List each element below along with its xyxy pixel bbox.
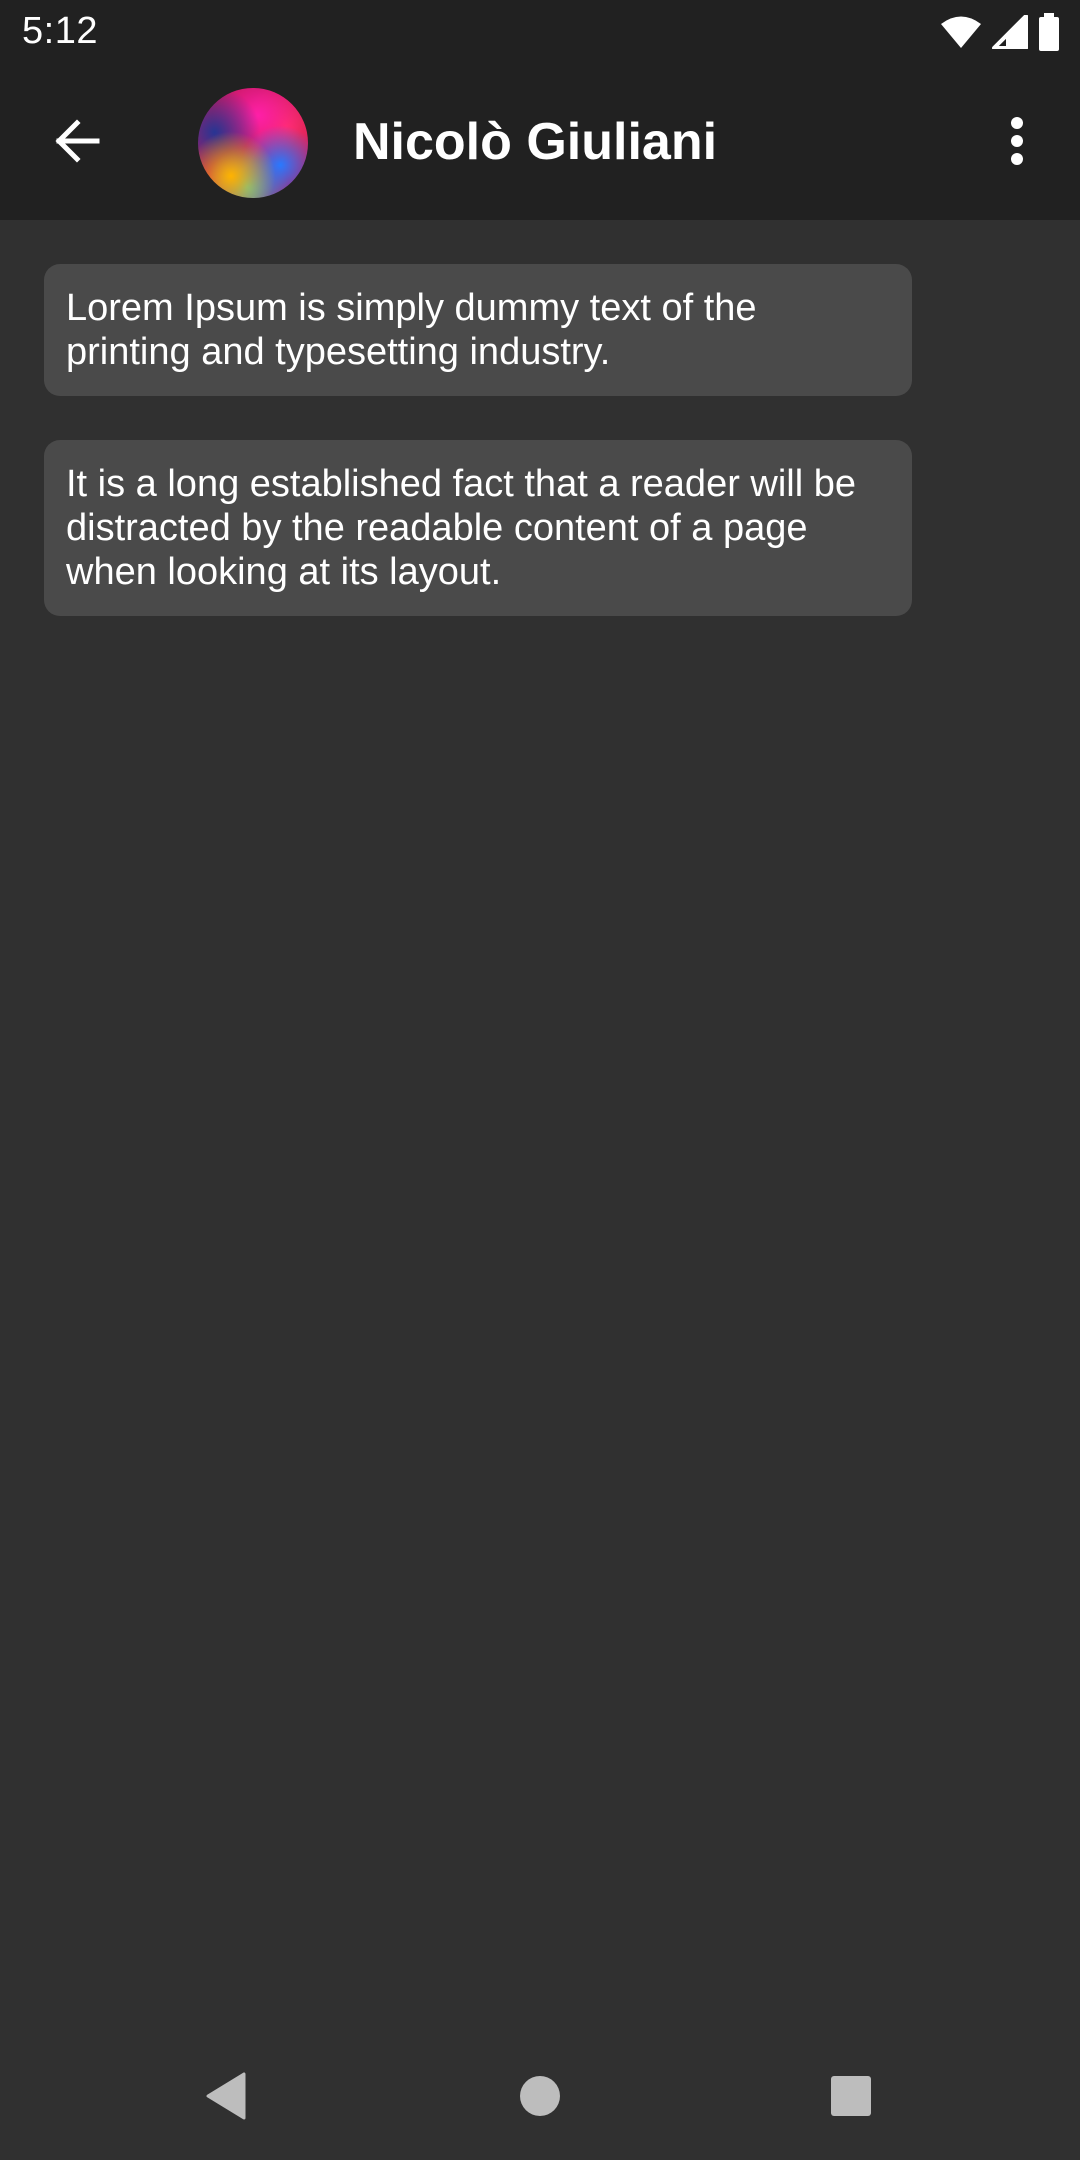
arrow-back-icon xyxy=(51,115,103,172)
nav-recents-icon xyxy=(829,2074,873,2123)
message-bubble[interactable]: It is a long established fact that a rea… xyxy=(44,440,912,616)
system-nav-bar xyxy=(0,2030,1080,2160)
contact-avatar[interactable] xyxy=(198,88,308,198)
more-options-button[interactable] xyxy=(974,100,1060,186)
app-bar: Nicolò Giuliani xyxy=(0,66,1080,220)
nav-back-button[interactable] xyxy=(186,2058,266,2138)
chat-screen: 5:12 Nicolò Giuliani Lorem Ipsum is simp… xyxy=(0,0,1080,2160)
battery-icon xyxy=(1038,12,1060,56)
nav-recents-button[interactable] xyxy=(811,2058,891,2138)
status-time: 5:12 xyxy=(22,10,98,52)
nav-back-icon xyxy=(204,2072,248,2125)
wifi-icon xyxy=(940,15,982,54)
status-bar: 5:12 xyxy=(0,0,1080,66)
back-button[interactable] xyxy=(34,100,120,186)
contact-name[interactable]: Nicolò Giuliani xyxy=(353,112,717,172)
nav-home-button[interactable] xyxy=(500,2058,580,2138)
more-vert-icon xyxy=(1009,115,1025,172)
status-icons xyxy=(940,12,1060,56)
nav-home-icon xyxy=(518,2074,562,2123)
signal-icon xyxy=(992,13,1028,54)
message-list[interactable]: Lorem Ipsum is simply dummy text of the … xyxy=(0,220,1080,2040)
message-bubble[interactable]: Lorem Ipsum is simply dummy text of the … xyxy=(44,264,912,396)
